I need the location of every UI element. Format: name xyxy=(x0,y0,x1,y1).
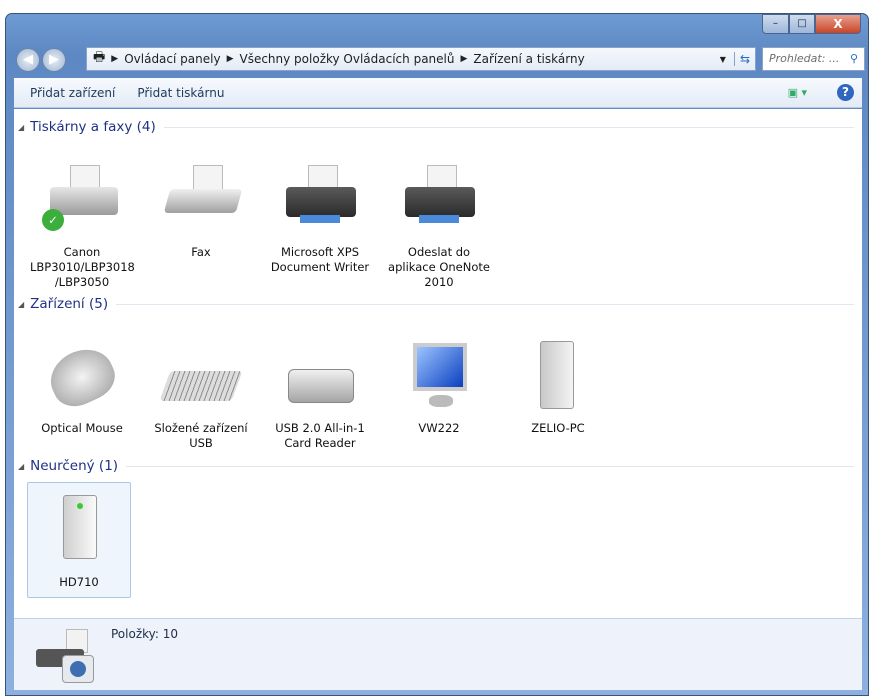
details-pane: Položky: 10 xyxy=(14,618,862,690)
help-icon[interactable]: ? xyxy=(837,84,854,101)
chevron-right-icon: ▶ xyxy=(111,54,119,64)
device-zelio-pc[interactable]: ZELIO-PC xyxy=(506,341,610,436)
drive-tower-icon xyxy=(39,495,119,569)
control-panel-icon: 🖶 xyxy=(93,50,106,65)
default-check-icon: ✓ xyxy=(42,209,64,231)
monitor-icon xyxy=(399,341,479,415)
search-input[interactable]: Prohledat: ... ⚲ xyxy=(762,47,865,71)
device-canon-printer[interactable]: ✓ Canon LBP3010/LBP3018 /LBP3050 xyxy=(30,165,135,290)
device-fax[interactable]: Fax xyxy=(149,165,253,260)
chevron-right-icon: ▶ xyxy=(226,54,234,64)
device-xps-writer[interactable]: Microsoft XPS Document Writer xyxy=(268,165,372,275)
printer-icon xyxy=(399,165,479,239)
device-optical-mouse[interactable]: Optical Mouse xyxy=(30,339,134,436)
computer-icon xyxy=(518,341,598,415)
device-list: ◢ Tiskárny a faxy (4) ✓ Canon LBP3010/LBP3… xyxy=(14,109,862,618)
group-header-printers[interactable]: ◢ Tiskárny a faxy (4) xyxy=(18,119,854,135)
drive-icon xyxy=(280,341,360,415)
printer-icon: ✓ xyxy=(42,165,122,239)
add-device-button[interactable]: Přidat zařízení xyxy=(30,86,115,100)
printer-icon xyxy=(280,165,360,239)
minimize-button[interactable]: – xyxy=(762,14,789,34)
breadcrumb-0[interactable]: Ovládací panely xyxy=(124,52,220,66)
search-icon: ⚲ xyxy=(849,52,858,65)
device-usb-composite[interactable]: Složené zařízení USB xyxy=(149,341,253,451)
breadcrumb-1[interactable]: Všechny položky Ovládacích panelů xyxy=(239,52,454,66)
fax-icon xyxy=(161,165,243,239)
group-header-unspecified[interactable]: ◢ Neurčený (1) xyxy=(18,458,854,474)
breadcrumb-2[interactable]: Zařízení a tiskárny xyxy=(473,52,584,66)
address-bar[interactable]: 🖶 ▶ Ovládací panely ▶ Všechny položky Ov… xyxy=(86,47,756,71)
device-monitor-vw222[interactable]: VW222 xyxy=(387,341,491,436)
forward-button[interactable]: ▶ xyxy=(42,48,66,72)
keyboard-icon xyxy=(159,341,243,415)
device-hd710[interactable]: HD710 xyxy=(27,482,131,598)
refresh-icon[interactable]: ⇆ xyxy=(733,52,755,66)
item-count: Položky: 10 xyxy=(111,627,179,641)
chevron-right-icon: ▶ xyxy=(460,54,468,64)
back-button[interactable]: ◀ xyxy=(16,48,40,72)
toolbar: Přidat zařízení Přidat tiskárnu ▣ ▾ ? xyxy=(14,78,862,108)
group-header-devices[interactable]: ◢ Zařízení (5) xyxy=(18,296,854,312)
add-printer-button[interactable]: Přidat tiskárnu xyxy=(137,86,224,100)
device-card-reader[interactable]: USB 2.0 All-in-1 Card Reader xyxy=(268,341,372,451)
window: – □ X ◀ ▶ 🖶 ▶ Ovládací panely ▶ Všechny … xyxy=(5,13,869,696)
devices-printers-icon xyxy=(36,629,96,683)
mouse-icon xyxy=(42,339,122,415)
view-options-icon[interactable]: ▣ ▾ xyxy=(788,86,807,99)
close-button[interactable]: X xyxy=(815,14,861,34)
dropdown-icon[interactable]: ▼ xyxy=(720,55,726,64)
device-onenote[interactable]: Odeslat do aplikace OneNote 2010 xyxy=(387,165,491,290)
maximize-button[interactable]: □ xyxy=(789,14,815,34)
